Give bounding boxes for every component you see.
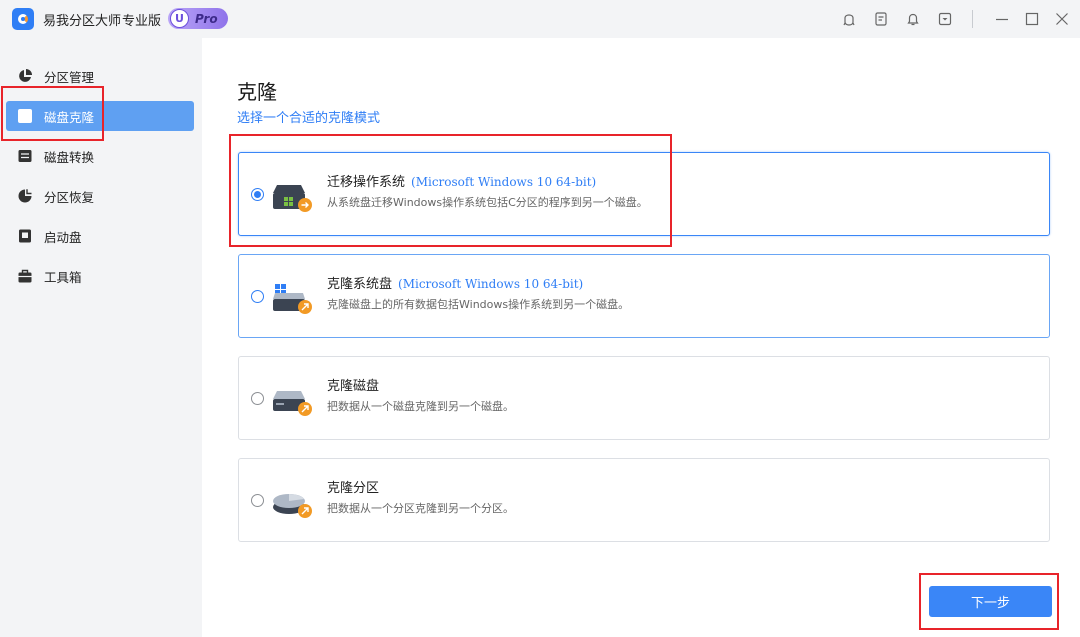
option-clone-partition[interactable]: 克隆分区 把数据从一个分区克隆到另一个分区。: [238, 458, 1050, 542]
support-icon[interactable]: [838, 8, 860, 30]
highlight-box: [1, 86, 104, 141]
toolbox-icon: [16, 267, 34, 285]
sidebar-item-disk-convert[interactable]: 磁盘转换: [6, 141, 194, 171]
option-description: 克隆磁盘上的所有数据包括Windows操作系统到另一个磁盘。: [327, 298, 630, 311]
option-title: 克隆分区: [327, 481, 380, 496]
page-subtitle: 选择一个合适的克隆模式: [237, 111, 381, 126]
radio-button[interactable]: [251, 290, 264, 303]
highlight-box: [919, 573, 1059, 630]
titlebar-actions: [838, 8, 1073, 30]
sidebar-item-toolbox[interactable]: 工具箱: [6, 261, 194, 291]
disk-convert-icon: [16, 147, 34, 165]
app-logo-icon: [12, 8, 34, 30]
option-description: 把数据从一个分区克隆到另一个分区。: [327, 502, 514, 515]
highlight-box: [229, 134, 672, 247]
radio-button[interactable]: [251, 392, 264, 405]
minimize-icon[interactable]: [991, 8, 1013, 30]
badge-letter: U: [170, 9, 189, 28]
radio-button[interactable]: [251, 494, 264, 507]
pro-badge[interactable]: U Pro: [168, 8, 228, 29]
sidebar-item-label: 分区恢复: [44, 189, 95, 205]
feedback-icon[interactable]: [870, 8, 892, 30]
sidebar-item-label: 磁盘转换: [44, 149, 95, 165]
sidebar-item-label: 启动盘: [44, 229, 82, 245]
maximize-icon[interactable]: [1021, 8, 1043, 30]
clone-disk-icon: [271, 381, 315, 419]
titlebar-separator: [972, 10, 973, 28]
option-os: (Microsoft Windows 10 64-bit): [398, 277, 584, 291]
partition-recovery-icon: [16, 187, 34, 205]
notification-icon[interactable]: [902, 8, 924, 30]
option-clone-disk[interactable]: 克隆磁盘 把数据从一个磁盘克隆到另一个磁盘。: [238, 356, 1050, 440]
sidebar-item-boot-disk[interactable]: 启动盘: [6, 221, 194, 251]
sidebar-item-partition-recovery[interactable]: 分区恢复: [6, 181, 194, 211]
sidebar-item-label: 工具箱: [44, 269, 82, 285]
page-title: 克隆: [237, 80, 277, 104]
boot-disk-icon: [16, 227, 34, 245]
option-description: 把数据从一个磁盘克隆到另一个磁盘。: [327, 400, 514, 413]
dropdown-menu-icon[interactable]: [934, 8, 956, 30]
sidebar-item-label: 分区管理: [44, 69, 95, 85]
option-title: 克隆系统盘 (Microsoft Windows 10 64-bit): [327, 277, 584, 292]
title-bar: 易我分区大师 专业版 U Pro: [0, 0, 1080, 38]
badge-text: Pro: [195, 11, 218, 26]
option-title: 克隆磁盘: [327, 379, 380, 394]
pie-chart-icon: [16, 67, 34, 85]
clone-system-disk-icon: [271, 279, 315, 317]
app-name: 易我分区大师: [43, 14, 122, 29]
option-clone-system-disk[interactable]: 克隆系统盘 (Microsoft Windows 10 64-bit) 克隆磁盘上…: [238, 254, 1050, 338]
close-icon[interactable]: [1051, 8, 1073, 30]
clone-partition-icon: [271, 483, 315, 521]
app-edition: 专业版: [122, 14, 162, 29]
